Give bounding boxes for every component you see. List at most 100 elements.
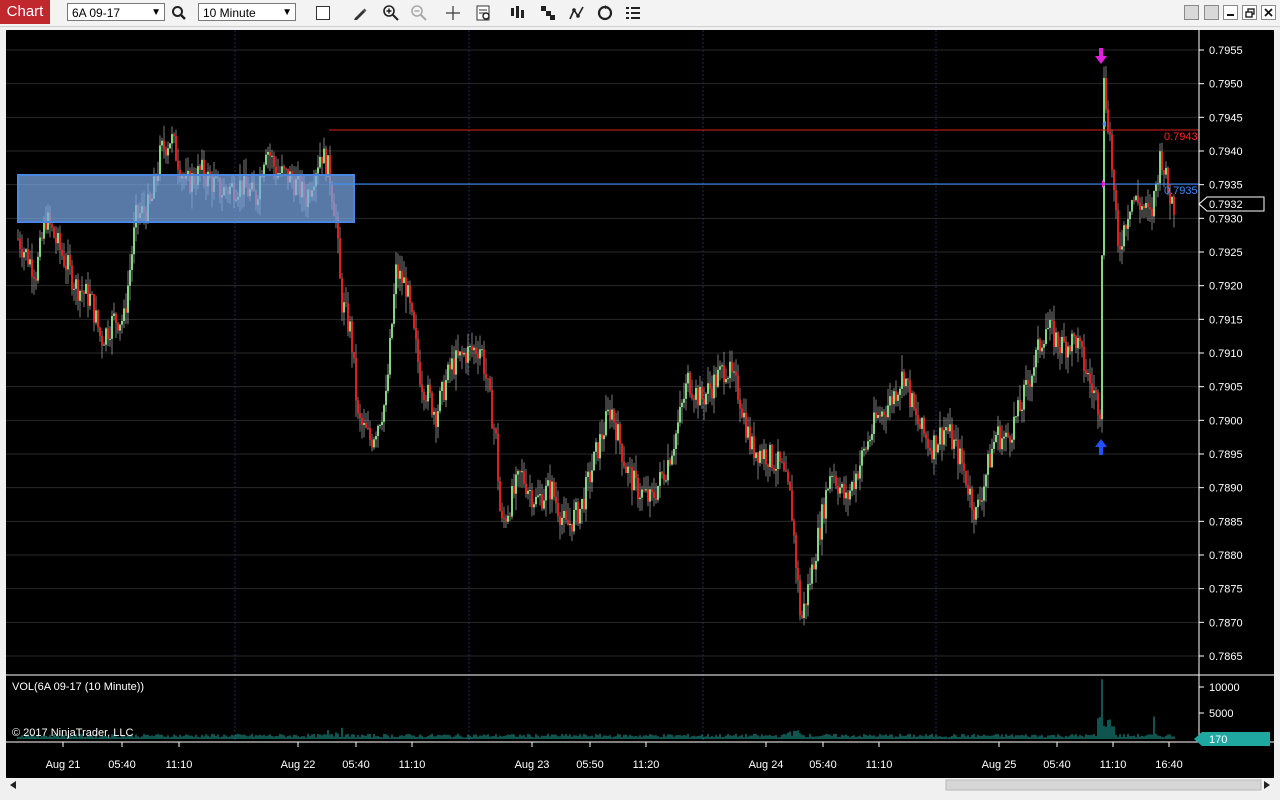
candle-body — [807, 584, 809, 606]
window-minimize-icon[interactable] — [1223, 5, 1238, 20]
zoom-in-icon[interactable] — [381, 3, 401, 23]
candlestick-series — [17, 66, 1175, 626]
candle-body — [779, 451, 781, 462]
candle-body — [757, 452, 759, 463]
candle-body — [971, 488, 973, 510]
horizontal-scrollbar[interactable] — [6, 778, 1274, 792]
candle-body — [529, 489, 531, 491]
candle-body — [33, 276, 35, 279]
candle-body — [739, 399, 741, 409]
strategies-icon[interactable] — [595, 3, 615, 23]
candle-body — [43, 221, 45, 239]
candle-body — [1073, 333, 1075, 337]
candle-body — [823, 504, 825, 519]
candle-body — [1151, 209, 1153, 217]
candle-body — [871, 433, 873, 440]
candle-body — [563, 510, 565, 518]
candle-body — [857, 473, 859, 479]
candle-body — [1041, 347, 1043, 352]
indicators-icon[interactable] — [567, 3, 587, 23]
price-axis-label: 0.7895 — [1209, 449, 1243, 461]
candle-body — [699, 386, 701, 406]
candle-body — [935, 435, 937, 453]
zoom-out-icon[interactable] — [409, 3, 429, 23]
pencil-icon[interactable] — [350, 3, 370, 23]
interval-selector[interactable]: 10 Minute ▼ — [198, 3, 296, 21]
candle-body — [1001, 438, 1003, 450]
axes — [6, 30, 1274, 743]
candle-body — [1097, 392, 1099, 415]
candle-body — [171, 134, 173, 144]
candle-body — [1107, 109, 1109, 133]
candle-body — [901, 371, 903, 389]
candle-body — [963, 463, 965, 471]
candle-body — [97, 310, 99, 328]
candle-body — [721, 365, 723, 367]
properties-icon[interactable] — [623, 3, 643, 23]
candle-body — [537, 495, 539, 497]
candle-body — [737, 375, 739, 400]
candle-body — [21, 249, 23, 258]
candle-body — [875, 412, 877, 418]
candle-body — [1105, 78, 1107, 110]
chevron-down-icon: ▼ — [282, 7, 292, 18]
candle-body — [89, 293, 91, 306]
candle-body — [515, 474, 517, 494]
candle-body — [557, 503, 559, 517]
chart-tab[interactable]: Chart — [0, 0, 50, 24]
candle-body — [39, 237, 41, 257]
candle-body — [545, 485, 547, 501]
maximize-icon[interactable] — [1204, 5, 1219, 20]
candle-body — [805, 603, 807, 606]
candle-body — [791, 490, 793, 521]
candle-body — [325, 148, 327, 177]
candle-body — [131, 254, 133, 270]
candle-body — [1039, 339, 1041, 352]
candle-body — [611, 409, 613, 420]
crosshair-icon[interactable] — [443, 3, 463, 23]
candle-body — [897, 394, 899, 401]
price-chart[interactable]: 0.7943 0.7935 0.79550.79500.79450.79400.… — [6, 30, 1274, 792]
time-axis-label: 05:40 — [108, 759, 136, 771]
candle-body — [497, 433, 499, 482]
checkbox-icon[interactable] — [313, 3, 333, 23]
candle-body — [555, 496, 557, 504]
candle-body — [429, 384, 431, 394]
scrollbar-thumb[interactable] — [945, 779, 1262, 791]
candle-body — [167, 148, 169, 156]
candle-body — [113, 313, 115, 317]
candle-body — [917, 415, 919, 425]
price-axis-label: 0.7905 — [1209, 382, 1243, 394]
demand-zone-rectangle[interactable] — [17, 174, 355, 223]
minimize-icon[interactable] — [1184, 5, 1199, 20]
close-icon[interactable] — [1261, 5, 1276, 20]
candle-body — [163, 140, 165, 150]
drawing-tools-icon[interactable] — [538, 3, 558, 23]
candle-body — [881, 411, 883, 417]
instrument-selector[interactable]: 6A 09-17 ▼ — [67, 3, 165, 21]
price-axis-label: 0.7920 — [1209, 281, 1243, 293]
candle-body — [981, 500, 983, 502]
candle-body — [653, 491, 655, 499]
price-axis-label: 0.7880 — [1209, 550, 1243, 562]
candle-body — [1005, 432, 1007, 437]
candle-body — [35, 278, 37, 281]
candle-body — [985, 474, 987, 487]
candle-body — [859, 465, 861, 479]
candle-body — [363, 422, 365, 425]
candle-body — [1065, 341, 1067, 358]
candle-body — [665, 480, 667, 482]
search-icon[interactable] — [169, 3, 189, 23]
data-box-icon[interactable] — [474, 3, 494, 23]
candle-body — [523, 471, 525, 484]
candle-body — [733, 371, 735, 373]
candle-body — [863, 448, 865, 451]
candle-body — [723, 365, 725, 383]
candle-body — [1069, 346, 1071, 352]
bar-type-icon[interactable] — [508, 3, 528, 23]
candle-body — [1045, 329, 1047, 344]
candle-body — [375, 436, 377, 440]
candle-body — [1077, 337, 1079, 349]
candle-body — [395, 264, 397, 295]
window-restore-icon[interactable] — [1242, 5, 1257, 20]
